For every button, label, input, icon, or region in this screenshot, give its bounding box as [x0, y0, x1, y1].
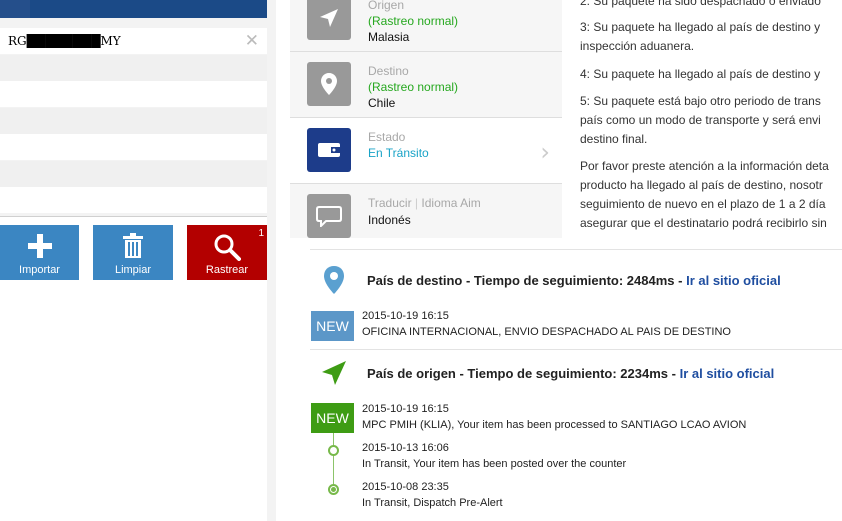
destination-section-title: País de destino - Tiempo de seguimiento:…	[367, 273, 781, 288]
input-row-empty[interactable]	[0, 161, 267, 187]
language-link[interactable]: Idioma Aim	[421, 196, 480, 210]
timeline-dot	[328, 445, 339, 456]
input-row-empty[interactable]	[0, 108, 267, 134]
origin-status: (Rastreo normal)	[368, 14, 459, 28]
timeline-line	[333, 433, 334, 491]
state-icon-box	[307, 128, 351, 172]
tracking-results: País de destino - Tiempo de seguimiento:…	[290, 238, 842, 521]
speech-bubble-icon	[316, 206, 342, 227]
clear-button[interactable]: Limpiar	[93, 225, 173, 280]
destination-status: (Rastreo normal)	[368, 80, 459, 94]
clear-input-icon[interactable]: ✕	[245, 31, 259, 51]
tracking-event: 2015-10-19 16:15 OFICINA INTERNACIONAL, …	[362, 308, 731, 340]
translate-label-row: Traducir | Idioma Aim	[368, 196, 481, 210]
panel-gap	[562, 0, 572, 238]
tracking-event: 2015-10-19 16:15 MPC PMIH (KLIA), Your i…	[362, 401, 746, 433]
new-badge: NEW	[311, 403, 354, 433]
tracking-event: 2015-10-08 23:35 In Transit, Dispatch Pr…	[362, 479, 503, 511]
event-desc: OFICINA INTERNACIONAL, ENVIO DESPACHADO …	[362, 326, 731, 338]
divider	[310, 249, 842, 250]
event-time: 2015-10-08 23:35	[362, 481, 449, 493]
destination-label: Destino	[368, 64, 409, 78]
divider	[310, 349, 842, 350]
origin-section-title: País de origen - Tiempo de seguimiento: …	[367, 366, 774, 381]
paper-plane-icon	[322, 361, 346, 385]
destination-value: Chile	[368, 96, 396, 110]
plus-icon	[27, 234, 52, 258]
help-line: 2: Su paquete ha sido despachado o envia…	[580, 0, 821, 8]
map-pin-icon	[321, 73, 337, 95]
help-line: producto ha llegado al país de destino, …	[580, 178, 823, 192]
event-time: 2015-10-19 16:15	[362, 403, 449, 415]
help-line: 3: Su paquete ha llegado al país de dest…	[580, 20, 821, 34]
translate-label: Traducir	[368, 196, 412, 210]
event-time: 2015-10-19 16:15	[362, 310, 449, 322]
help-line: Por favor preste atención a la informaci…	[580, 159, 829, 173]
tracking-number-input[interactable]	[8, 32, 233, 50]
help-line: 4: Su paquete ha llegado al país de dest…	[580, 67, 821, 81]
tracking-event: 2015-10-13 16:06 In Transit, Your item h…	[362, 440, 626, 472]
input-row-empty[interactable]	[0, 55, 267, 81]
timeline-dot-final	[328, 484, 339, 495]
origin-label: Origen	[368, 0, 405, 12]
event-desc: In Transit, Your item has been posted ov…	[362, 458, 627, 470]
info-row-origin: Origen (Rastreo normal) Malasia	[290, 0, 562, 52]
input-row-empty[interactable]	[0, 187, 267, 213]
input-row-empty[interactable]	[0, 134, 267, 160]
help-line: destino final.	[580, 132, 648, 146]
clear-button-label: Limpiar	[114, 264, 152, 276]
origin-icon-box	[307, 0, 351, 40]
left-panel: ✕ Importar Limpiar 1 Rastrear	[0, 0, 276, 521]
translate-icon-box	[307, 194, 351, 238]
translate-divider: |	[414, 196, 419, 210]
tracking-input-row: ✕	[0, 28, 267, 54]
event-desc: In Transit, Dispatch Pre-Alert	[362, 497, 503, 509]
magnifier-icon	[214, 234, 241, 261]
wallet-icon	[318, 143, 340, 157]
map-pin-icon	[324, 266, 344, 294]
state-value: En Tránsito	[368, 146, 429, 160]
help-line: inspección aduanera.	[580, 39, 695, 53]
destination-icon-box	[307, 62, 351, 106]
paper-plane-icon	[320, 9, 338, 27]
track-button-label: Rastrear	[205, 264, 249, 276]
postal-logo	[0, 0, 30, 18]
event-time: 2015-10-13 16:06	[362, 442, 449, 454]
destination-title-text: País de destino - Tiempo de seguimiento:…	[367, 273, 687, 288]
translate-value: Indonés	[368, 213, 411, 227]
package-info-panel: Origen (Rastreo normal) Malasia Destino …	[290, 0, 562, 238]
info-row-state[interactable]: Estado En Tránsito ›	[290, 118, 562, 184]
trash-icon	[123, 233, 143, 258]
state-label: Estado	[368, 130, 406, 144]
origin-official-link[interactable]: Ir al sitio oficial	[680, 366, 775, 381]
help-line: país como un modo de transporte y será e…	[580, 113, 821, 127]
chevron-right-icon[interactable]: ›	[540, 138, 550, 166]
origin-value: Malasia	[368, 30, 410, 44]
app-header	[0, 0, 267, 18]
event-desc: MPC PMIH (KLIA), Your item has been proc…	[362, 419, 747, 431]
status-help-text: 2: Su paquete ha sido despachado o envia…	[572, 0, 842, 238]
help-line: 5: Su paquete está bajo otro periodo de …	[580, 94, 821, 108]
help-line: seguimiento de nuevo en el plazo de 1 a …	[580, 197, 826, 211]
origin-title-text: País de origen - Tiempo de seguimiento: …	[367, 366, 680, 381]
new-badge: NEW	[311, 311, 354, 341]
track-count-badge: 1	[258, 228, 264, 239]
track-button[interactable]: 1 Rastrear	[187, 225, 267, 280]
info-row-destination: Destino (Rastreo normal) Chile	[290, 52, 562, 118]
import-button-label: Importar	[19, 264, 60, 276]
import-button[interactable]: Importar	[0, 225, 79, 280]
help-line: asegurar que el destinatario podrá recib…	[580, 216, 827, 230]
destination-official-link[interactable]: Ir al sitio oficial	[686, 273, 781, 288]
input-row-empty[interactable]	[0, 81, 267, 107]
